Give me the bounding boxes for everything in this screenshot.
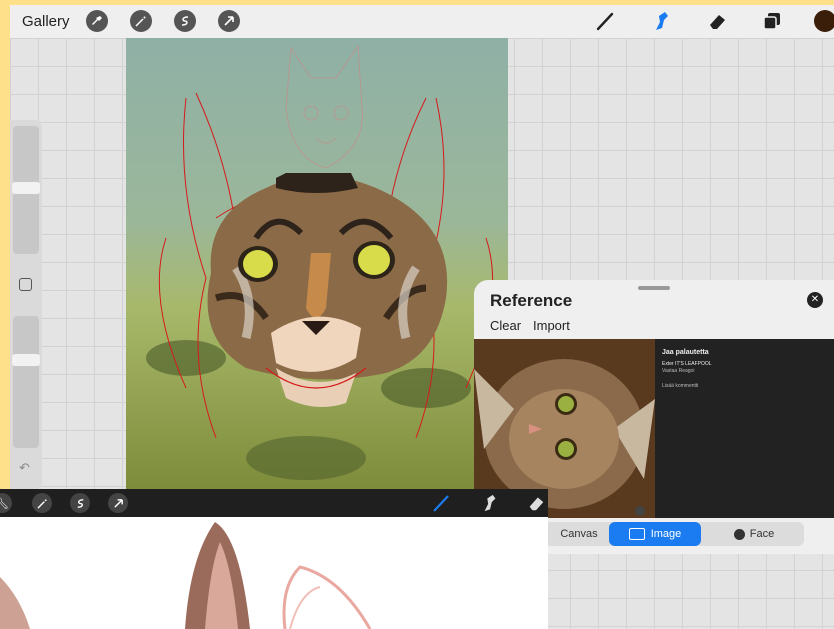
meta-comment: Lisää kommentti xyxy=(662,383,699,389)
image-icon xyxy=(628,528,645,541)
secondary-canvas-view: 🔧︎ xyxy=(0,489,548,629)
reference-title: Reference xyxy=(490,291,573,310)
brush-size-slider[interactable] xyxy=(12,126,40,254)
selection-icon[interactable] xyxy=(174,10,196,32)
segment-face[interactable]: Face xyxy=(704,522,804,546)
magic-wand-icon-secondary[interactable] xyxy=(32,493,52,513)
opacity-slider[interactable] xyxy=(12,316,40,448)
selection-icon-secondary[interactable] xyxy=(70,493,90,513)
ear-sketch xyxy=(0,522,372,629)
undo-icon[interactable]: ↶ xyxy=(19,460,30,476)
move-arrow-icon[interactable] xyxy=(218,10,240,32)
segment-face-label: Face xyxy=(749,528,775,540)
eraser-icon[interactable] xyxy=(705,9,729,33)
modify-button[interactable] xyxy=(19,278,32,291)
move-arrow-icon-secondary[interactable] xyxy=(108,493,128,513)
import-button[interactable]: Import xyxy=(533,318,570,333)
clear-button[interactable]: Clear xyxy=(490,318,521,333)
brush-icon[interactable] xyxy=(594,9,618,33)
face-icon xyxy=(733,528,745,540)
left-sidebar: ↶ xyxy=(10,120,42,490)
wrench-icon[interactable] xyxy=(86,10,108,32)
gallery-button[interactable]: Gallery xyxy=(22,13,70,30)
opacity-thumb[interactable] xyxy=(12,354,40,366)
smudge-icon[interactable] xyxy=(650,9,674,33)
eraser-icon-secondary[interactable] xyxy=(526,493,546,513)
segment-canvas[interactable]: Canvas xyxy=(544,522,614,546)
reference-mode-selector: Canvas Image Face xyxy=(544,522,804,546)
meta-line2: Vastaa Reagoi xyxy=(662,368,695,374)
wrench-icon-secondary[interactable]: 🔧︎ xyxy=(0,493,12,513)
drawing-canvas[interactable] xyxy=(126,38,508,490)
layers-icon[interactable] xyxy=(760,9,784,33)
color-picker-button[interactable] xyxy=(814,10,834,32)
segment-image[interactable]: Image xyxy=(609,522,701,546)
segment-image-label: Image xyxy=(650,528,682,540)
brush-size-thumb[interactable] xyxy=(12,182,40,194)
meta-title: Jaa palautetta xyxy=(662,349,709,356)
brush-icon-secondary[interactable] xyxy=(432,493,452,513)
close-icon[interactable]: ✕ xyxy=(807,292,823,308)
smudge-icon-secondary[interactable] xyxy=(480,493,500,513)
meta-line1: Exter IT'S LEAFPOOL xyxy=(662,361,712,367)
panel-drag-handle[interactable] xyxy=(638,286,670,290)
magic-wand-icon[interactable] xyxy=(130,10,152,32)
secondary-toolbar: 🔧︎ xyxy=(0,489,548,517)
